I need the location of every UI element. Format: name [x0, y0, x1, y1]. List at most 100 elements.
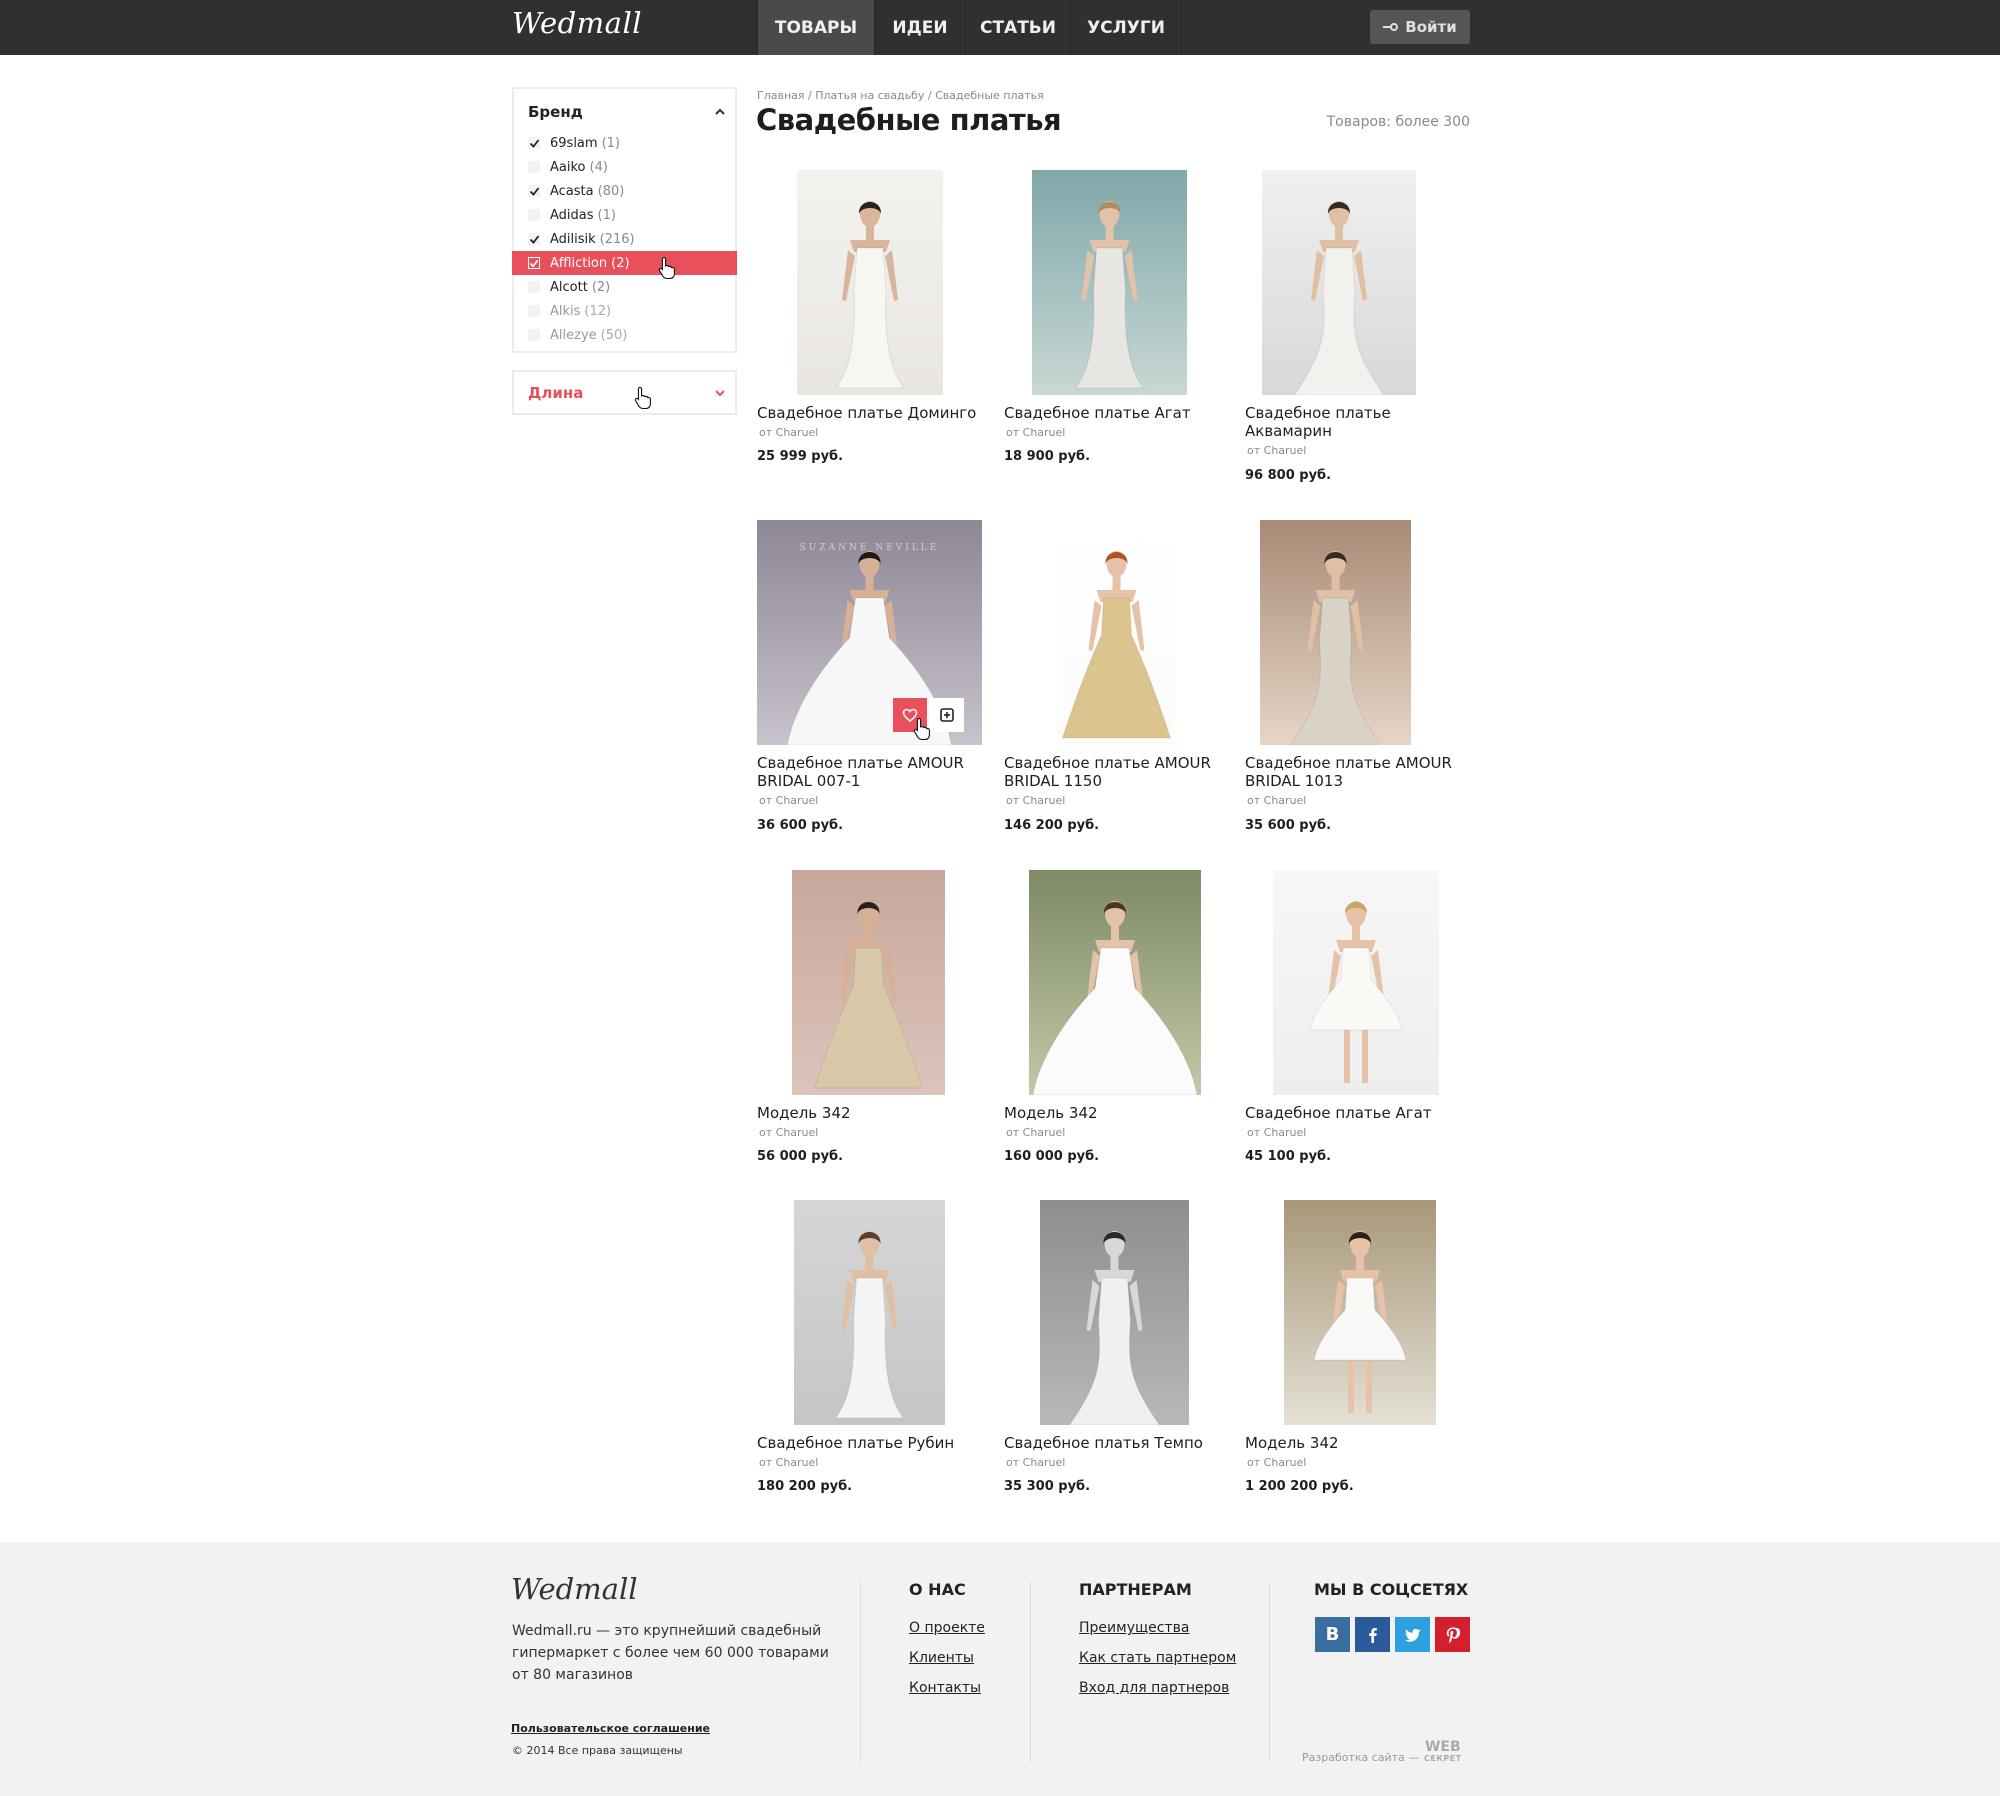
checkbox[interactable]	[528, 257, 540, 269]
product-card[interactable]: Свадебное платье Агат от Charuel 18 900 ру…	[1004, 170, 1229, 490]
checkbox[interactable]	[528, 209, 540, 221]
compare-button[interactable]	[930, 698, 964, 732]
developer-logo-sub: СЕКРЕТ	[1424, 1754, 1462, 1763]
user-agreement-link[interactable]: Пользовательское соглашение	[511, 1722, 710, 1735]
product-name[interactable]: Модель 342	[1245, 1434, 1470, 1452]
footer-about-title: О НАС	[909, 1580, 966, 1599]
checkbox[interactable]	[528, 329, 540, 341]
length-filter[interactable]: Длина	[512, 370, 737, 415]
brand-count: (1)	[597, 207, 616, 223]
product-name[interactable]: Модель 342	[757, 1104, 982, 1122]
product-image[interactable]	[1040, 1200, 1189, 1425]
pinterest-glyph-icon	[1446, 1627, 1460, 1643]
product-image[interactable]	[1262, 170, 1416, 395]
checkbox[interactable]	[528, 281, 540, 293]
product-image[interactable]	[792, 870, 945, 1095]
product-image[interactable]	[1032, 170, 1187, 395]
product-price: 1 200 200 руб.	[1245, 1479, 1354, 1494]
product-name[interactable]: Свадебное платье AMOUR BRIDAL 1013	[1245, 754, 1470, 790]
brand-count: (1)	[601, 135, 620, 151]
brand-option[interactable]: Alkis (12)	[512, 299, 737, 323]
product-image[interactable]	[1284, 1200, 1436, 1425]
brand-option[interactable]: 69slam (1)	[512, 131, 737, 155]
brand-option[interactable]: Acasta (80)	[512, 179, 737, 203]
developer-logo[interactable]: WEB СЕКРЕТ	[1424, 1740, 1462, 1765]
product-card[interactable]: Модель 342 от Charuel 56 000 руб.	[757, 870, 982, 1190]
product-name[interactable]: Свадебное платье Рубин	[757, 1434, 982, 1452]
product-name[interactable]: Свадебное платья Темпо	[1004, 1434, 1229, 1452]
product-card[interactable]: Свадебное платье Рубин от Charuel 180 200 …	[757, 1200, 982, 1520]
product-card[interactable]: SUZANNE NEVILLE Свадебное платье AMOUR BR…	[757, 520, 982, 840]
brand-option[interactable]: Alcott (2)	[512, 275, 737, 299]
vk-icon[interactable]: B	[1315, 1617, 1350, 1652]
dress-photo	[1040, 1200, 1189, 1425]
pinterest-icon[interactable]	[1435, 1617, 1470, 1652]
main-nav: ТОВАРЫ ИДЕИ СТАТЬИ УСЛУГИ	[757, 0, 1182, 55]
product-image[interactable]	[1260, 520, 1411, 745]
checkbox[interactable]	[528, 161, 540, 173]
product-name[interactable]: Свадебное платье Агат	[1245, 1104, 1470, 1122]
footer-link-benefits[interactable]: Преимущества	[1079, 1620, 1189, 1636]
brand-name: Affliction	[550, 255, 608, 271]
footer-link-become-partner[interactable]: Как стать партнером	[1079, 1650, 1236, 1666]
product-card[interactable]: Свадебное платье AMOUR BRIDAL 1013 от Cha…	[1245, 520, 1470, 840]
brand-option[interactable]: Affliction (2)	[512, 251, 737, 275]
nav-item-articles[interactable]: СТАТЬИ	[966, 0, 1071, 55]
product-brand: от Charuel	[759, 1126, 819, 1139]
product-brand: от Charuel	[759, 426, 819, 439]
brand-option[interactable]: Allezye (50)	[512, 323, 737, 347]
brand-name: Alkis	[550, 303, 581, 319]
product-name[interactable]: Свадебное платье Доминго	[757, 404, 982, 422]
brand-option[interactable]: Adidas (1)	[512, 203, 737, 227]
facebook-icon[interactable]	[1355, 1617, 1390, 1652]
footer-link-project[interactable]: О проекте	[909, 1620, 985, 1636]
brand-option[interactable]: Adilisik (216)	[512, 227, 737, 251]
breadcrumb-wedding-dresses[interactable]: Платья на свадьбу	[815, 89, 924, 102]
product-image[interactable]	[797, 170, 943, 395]
nav-item-services[interactable]: УСЛУГИ	[1071, 0, 1182, 55]
checkbox[interactable]	[528, 233, 540, 245]
dress-photo	[1284, 1200, 1436, 1425]
facebook-glyph-icon	[1368, 1627, 1377, 1643]
product-card[interactable]: Модель 342 от Charuel 1 200 200 руб.	[1245, 1200, 1470, 1520]
product-image[interactable]	[1058, 520, 1175, 745]
product-name[interactable]: Свадебное платье Агат	[1004, 404, 1229, 422]
product-card[interactable]: Свадебное платья Темпо от Charuel 35 300 р…	[1004, 1200, 1229, 1520]
brand-filter-title: Бренд	[528, 103, 583, 121]
product-card[interactable]: Модель 342 от Charuel 160 000 руб.	[1004, 870, 1229, 1190]
login-button[interactable]: Войти	[1370, 10, 1470, 44]
product-image[interactable]	[1029, 870, 1201, 1095]
hand-cursor-icon	[913, 717, 930, 741]
twitter-icon[interactable]	[1395, 1617, 1430, 1652]
footer-link-clients[interactable]: Клиенты	[909, 1650, 974, 1666]
product-name[interactable]: Свадебное платье AMOUR BRIDAL 007-1	[757, 754, 982, 790]
dress-photo	[1032, 170, 1187, 395]
chevron-up-icon[interactable]	[714, 106, 726, 118]
breadcrumb-current: Свадебные платья	[935, 89, 1044, 102]
product-image[interactable]	[1273, 870, 1439, 1095]
logo[interactable]: Wedmall	[512, 6, 642, 40]
checkbox[interactable]	[528, 185, 540, 197]
product-name[interactable]: Свадебное платье AMOUR BRIDAL 1150	[1004, 754, 1229, 790]
product-brand: от Charuel	[759, 794, 819, 807]
footer-link-contacts[interactable]: Контакты	[909, 1680, 981, 1696]
product-card[interactable]: Свадебное платье Доминго от Charuel 25 999…	[757, 170, 982, 490]
footer-logo[interactable]: Wedmall	[511, 1572, 638, 1606]
product-card[interactable]: Свадебное платье AMOUR BRIDAL 1150 от Cha…	[1004, 520, 1229, 840]
product-card[interactable]: Свадебное платье Аквамарин от Charuel 96 8…	[1245, 170, 1470, 490]
product-price: 18 900 руб.	[1004, 449, 1091, 464]
product-image[interactable]	[794, 1200, 945, 1425]
checkbox[interactable]	[528, 137, 540, 149]
nav-item-products[interactable]: ТОВАРЫ	[758, 0, 875, 55]
product-card[interactable]: Свадебное платье Агат от Charuel 45 100 ру…	[1245, 870, 1470, 1190]
brand-option[interactable]: Aaiko (4)	[512, 155, 737, 179]
footer-link-partner-login[interactable]: Вход для партнеров	[1079, 1680, 1229, 1696]
product-name[interactable]: Модель 342	[1004, 1104, 1229, 1122]
breadcrumb-home[interactable]: Главная	[757, 89, 805, 102]
chevron-down-icon[interactable]	[714, 387, 726, 399]
twitter-bird-icon	[1404, 1628, 1420, 1642]
checkbox[interactable]	[528, 305, 540, 317]
nav-item-ideas[interactable]: ИДЕИ	[875, 0, 966, 55]
product-name[interactable]: Свадебное платье Аквамарин	[1245, 404, 1470, 440]
brand-count: (216)	[599, 231, 635, 247]
